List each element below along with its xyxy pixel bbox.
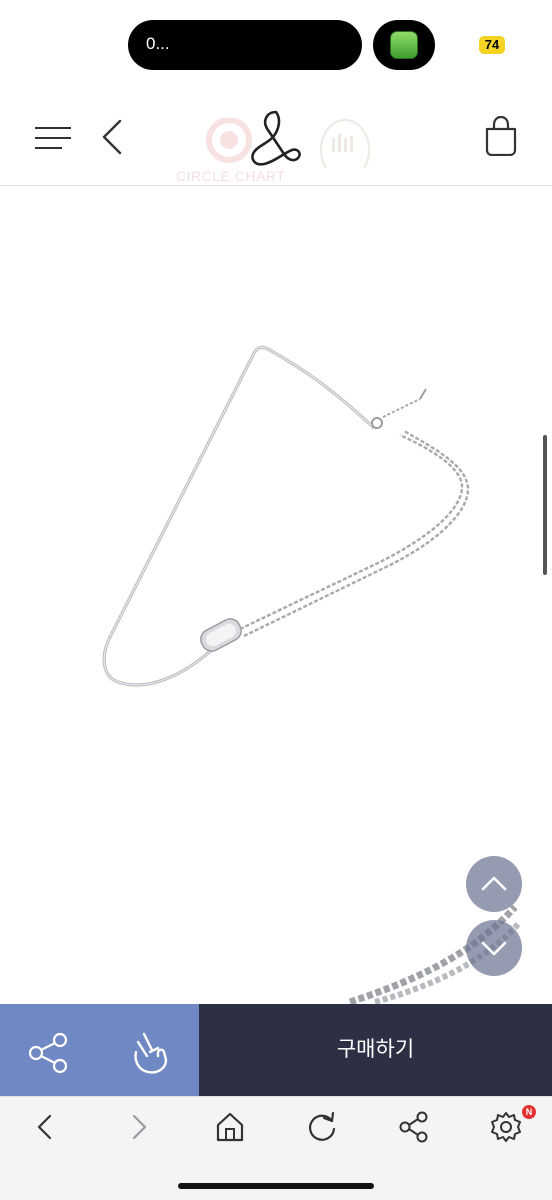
screen: 0... 74 CIRCLE CHART 구매하기 N [0,0,552,1200]
menu-icon[interactable] [34,124,72,152]
share-icon[interactable] [396,1109,432,1145]
scroll-top-button[interactable] [466,856,522,912]
scroll-bottom-button[interactable] [466,920,522,976]
browser-back-icon[interactable] [28,1109,64,1145]
app-icon [390,31,418,59]
status-bar: 0... 74 [0,0,552,90]
island-app-activity[interactable] [373,20,435,70]
home-indicator[interactable] [178,1183,374,1189]
chevron-up-icon [481,876,507,891]
action-left-panel [0,1004,199,1096]
share-icon[interactable] [26,1032,72,1074]
browser-toolbar: N [0,1096,552,1200]
settings-notification-badge: N [522,1105,536,1119]
shopping-bag-icon[interactable] [484,116,518,156]
refresh-icon[interactable] [304,1109,340,1145]
watermark-text: CIRCLE CHART [176,168,286,184]
home-icon[interactable] [212,1109,248,1145]
scroll-indicator[interactable] [543,435,547,575]
back-icon[interactable] [100,118,124,156]
buy-button[interactable]: 구매하기 [199,1004,552,1096]
battery-level: 74 [479,36,505,54]
site-header: CIRCLE CHART [0,90,552,186]
finger-heart-icon[interactable] [128,1030,174,1076]
browser-forward-icon[interactable] [120,1109,156,1145]
island-text: 0... [146,34,170,53]
brand-logo[interactable] [246,108,304,168]
settings-icon[interactable] [488,1109,524,1145]
chevron-down-icon [481,941,507,956]
dynamic-island[interactable]: 0... [128,20,362,70]
purchase-action-bar: 구매하기 [0,1004,552,1096]
